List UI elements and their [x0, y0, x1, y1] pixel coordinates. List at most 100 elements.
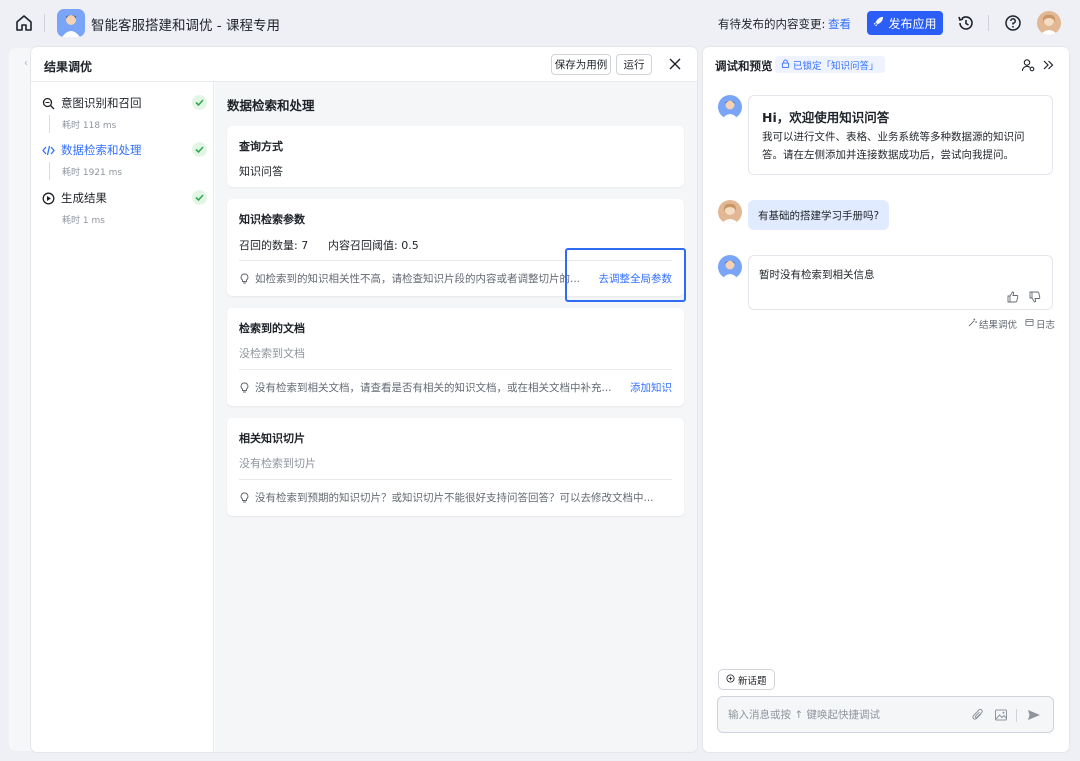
divider [1016, 709, 1017, 722]
recall-count: 召回的数量: 7 [239, 239, 309, 252]
lightbulb-icon [239, 491, 250, 503]
locked-tag-label: 已锁定「知识问答」 [793, 60, 879, 72]
locked-tag: 已锁定「知识问答」 [775, 56, 885, 73]
close-icon[interactable] [667, 56, 683, 72]
new-topic-label: 新话题 [738, 675, 767, 687]
welcome-message: Hi，欢迎使用知识问答 我可以进行文件、表格、业务系统等多种数据源的知识问答。请… [748, 95, 1053, 175]
check-icon [192, 142, 207, 157]
tip-row: 没有检索到预期的知识切片？或知识切片不能很好支持问答回答？可以去修改文档中... [239, 489, 672, 505]
user-message: 有基础的搭建学习手册吗? [748, 200, 890, 230]
thumbs-up-icon[interactable] [1007, 291, 1019, 303]
thumbs-down-icon[interactable] [1029, 291, 1041, 303]
view-changes-link[interactable]: 查看 [828, 16, 851, 32]
card-title: 检索到的文档 [239, 322, 305, 335]
tip-text: 如检索到的知识相关性不高，请检查知识片段的内容或者调整切片的... [255, 272, 581, 285]
step-label: 数据检索和处理 [61, 143, 142, 157]
log-icon [1025, 318, 1034, 330]
publish-label: 发布应用 [888, 16, 937, 31]
user-avatar[interactable] [1037, 11, 1061, 35]
debug-preview-panel: 调试和预览 已锁定「知识问答」 Hi，欢迎使用知识问答 我可以进行文件、表格、业… [703, 47, 1069, 752]
docs-empty-text: 没检索到文档 [239, 347, 305, 360]
lock-icon [781, 58, 790, 71]
detail-title: 数据检索和处理 [227, 98, 315, 113]
panel-title: 调试和预览 [715, 59, 773, 73]
step-time: 耗时 118 ms [62, 121, 117, 131]
collapse-panel-icon[interactable] [1041, 58, 1055, 72]
card-title: 相关知识切片 [239, 432, 305, 445]
knowledge-slices-card: 相关知识切片 没有检索到切片 没有检索到预期的知识切片？或知识切片不能很好支持问… [227, 418, 684, 516]
divider [239, 260, 672, 261]
step-label: 意图识别和召回 [61, 96, 142, 110]
step-data-retrieval[interactable]: 数据检索和处理 [42, 140, 207, 160]
slices-empty-text: 没有检索到切片 [239, 457, 316, 470]
play-icon [42, 192, 55, 205]
publish-button[interactable]: 发布应用 [867, 11, 943, 35]
tip-row: 没有检索到相关文档，请查看是否有相关的知识文档，或在相关文档中补充... 添加知… [239, 379, 672, 395]
tip-text: 没有检索到预期的知识切片？或知识切片不能很好支持问答回答？可以去修改文档中... [255, 491, 654, 504]
tip-row: 如检索到的知识相关性不高，请检查知识片段的内容或者调整切片的... 去调整全局参… [239, 270, 672, 286]
adjust-global-params-link[interactable]: 去调整全局参数 [599, 271, 673, 286]
app-avatar [57, 9, 85, 37]
panel-title: 结果调优 [44, 60, 93, 74]
history-icon[interactable] [957, 14, 975, 32]
lightbulb-icon [239, 272, 250, 284]
panel-header: 调试和预览 已锁定「知识问答」 [703, 47, 1069, 82]
search-icon [42, 97, 55, 110]
new-topic-button[interactable]: 新话题 [718, 669, 775, 690]
retrieved-docs-card: 检索到的文档 没检索到文档 没有检索到相关文档，请查看是否有相关的知识文档，或在… [227, 308, 684, 406]
divider [988, 15, 989, 31]
send-icon[interactable] [1027, 708, 1041, 722]
bot-avatar [718, 255, 742, 279]
log-link[interactable]: 日志 [1025, 317, 1055, 331]
card-title: 知识检索参数 [239, 213, 305, 226]
message-input-box [717, 696, 1054, 733]
reply-meta: 结果调优 日志 [968, 317, 1055, 331]
home-icon[interactable] [14, 13, 34, 33]
add-knowledge-link[interactable]: 添加知识 [630, 380, 672, 395]
bot-reply: 暂时没有检索到相关信息 [748, 255, 1053, 310]
collapse-left-icon[interactable]: ‹ [24, 58, 28, 69]
panel-header: 结果调优 保存为用例 运行 [31, 47, 697, 82]
rocket-icon [873, 16, 884, 30]
welcome-text: 我可以进行文件、表格、业务系统等多种数据源的知识问答。请在左侧添加并连接数据成功… [762, 131, 1025, 161]
query-mode-card: 查询方式 知识问答 [227, 126, 684, 187]
result-tuning-label: 结果调优 [979, 320, 1018, 331]
divider [239, 479, 672, 480]
step-detail: 数据检索和处理 查询方式 知识问答 知识检索参数 召回的数量: 7 内容召回阈值… [215, 82, 697, 752]
user-avatar [718, 200, 742, 224]
check-icon [192, 190, 207, 205]
step-time: 耗时 1 ms [62, 216, 105, 226]
bot-avatar [718, 95, 742, 119]
log-label: 日志 [1036, 320, 1056, 331]
query-mode-value: 知识问答 [239, 165, 283, 178]
divider [239, 369, 672, 370]
run-button[interactable]: 运行 [616, 54, 652, 75]
app-title: 智能客服搭建和调优 - 课程专用 [91, 18, 280, 34]
attachment-icon[interactable] [971, 708, 985, 722]
divider [44, 14, 45, 32]
save-as-case-button[interactable]: 保存为用例 [551, 54, 611, 75]
step-intent-recall[interactable]: 意图识别和召回 [42, 93, 207, 113]
steps-list: 意图识别和召回 耗时 118 ms 数据检索和处理 耗时 1921 ms 生成结… [31, 82, 214, 752]
plus-circle-icon [726, 673, 735, 686]
top-bar: 智能客服搭建和调优 - 课程专用 有待发布的内容变更: 查看 发布应用 [0, 0, 1080, 46]
welcome-title: Hi，欢迎使用知识问答 [762, 110, 890, 125]
step-connector [49, 162, 50, 180]
step-connector [49, 115, 50, 133]
card-title: 查询方式 [239, 140, 283, 153]
check-icon [192, 95, 207, 110]
step-time: 耗时 1921 ms [62, 168, 123, 178]
result-tuning-panel: 结果调优 保存为用例 运行 意图识别和召回 耗时 118 ms 数据检索和处理 [31, 47, 697, 752]
message-input[interactable] [728, 706, 958, 724]
recall-threshold: 内容召回阈值: 0.5 [328, 239, 419, 252]
bot-reply-text: 暂时没有检索到相关信息 [759, 269, 875, 281]
user-settings-icon[interactable] [1021, 58, 1035, 72]
step-generate-result[interactable]: 生成结果 [42, 188, 207, 208]
result-tuning-link[interactable]: 结果调优 [968, 317, 1017, 331]
retrieval-params-card: 知识检索参数 召回的数量: 7 内容召回阈值: 0.5 如检索到的知识相关性不高… [227, 199, 684, 296]
tip-text: 没有检索到相关文档，请查看是否有相关的知识文档，或在相关文档中补充... [255, 381, 612, 394]
background-page [9, 48, 33, 751]
magic-wand-icon [968, 318, 977, 330]
help-icon[interactable] [1004, 14, 1022, 32]
image-icon[interactable] [994, 708, 1008, 722]
